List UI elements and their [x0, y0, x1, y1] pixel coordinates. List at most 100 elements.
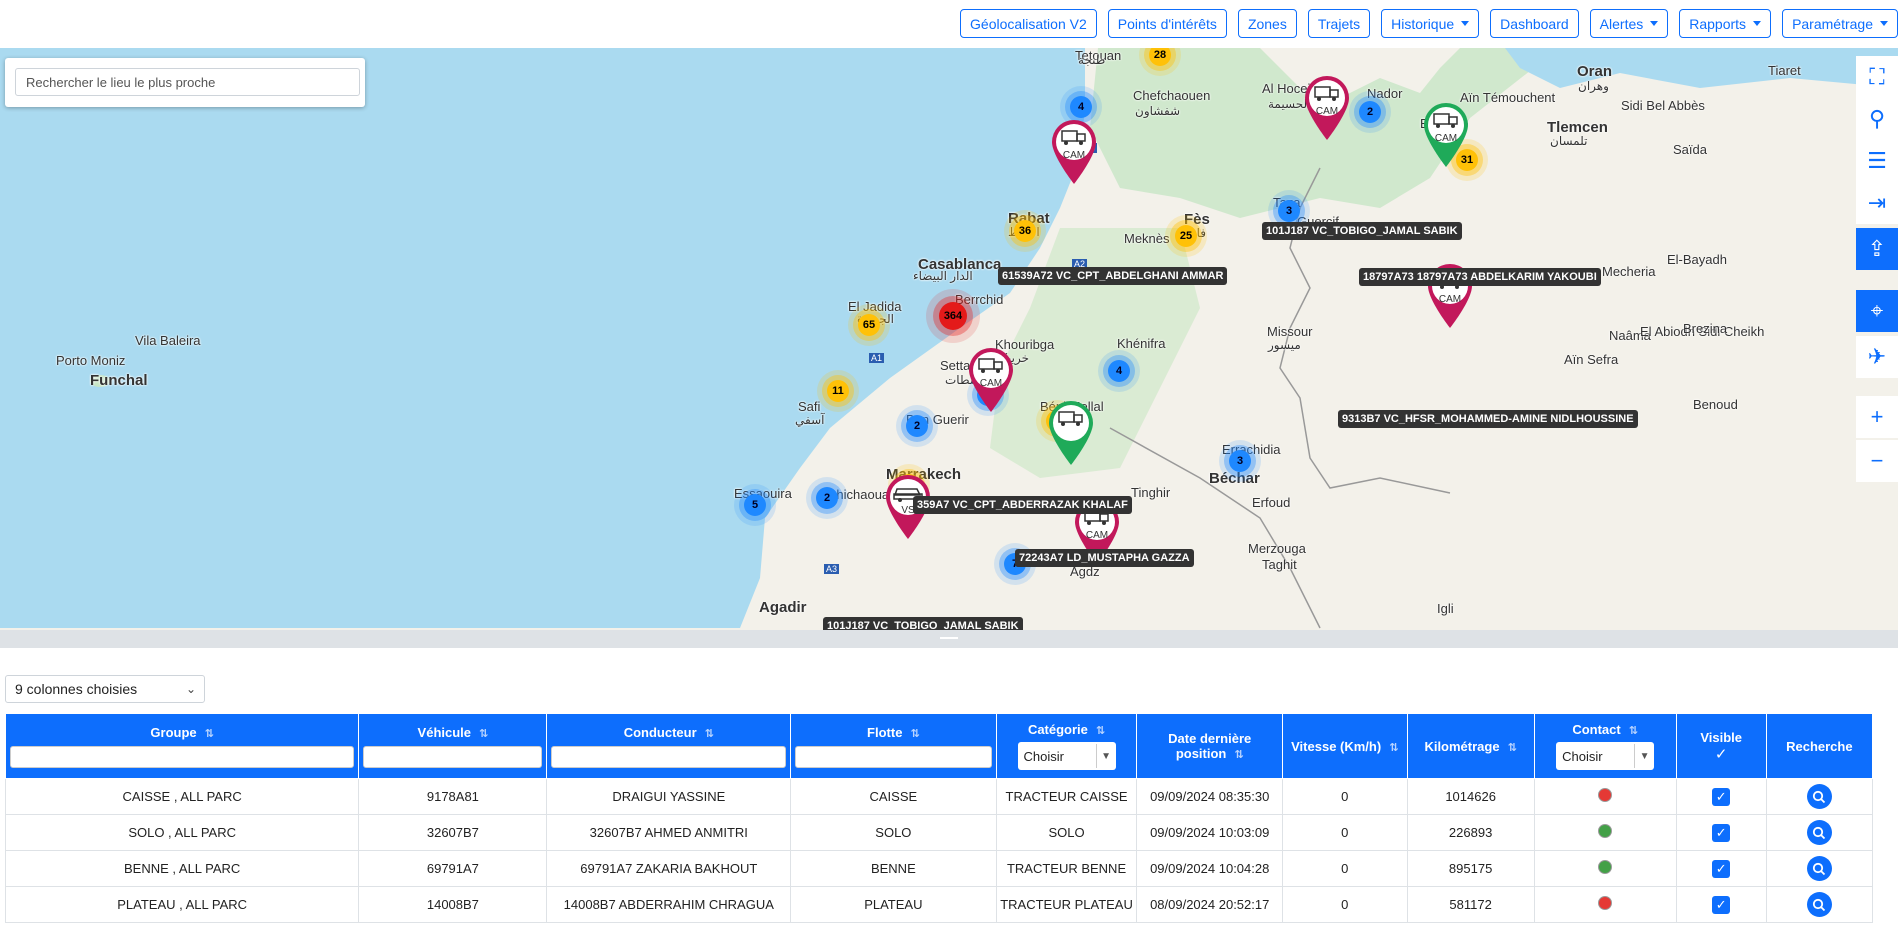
sort-icon[interactable]: ⇅ — [910, 728, 919, 740]
header-contact[interactable]: Contact ⇅ Choisir ▼ — [1533, 713, 1677, 779]
sort-icon[interactable]: ⇅ — [1389, 742, 1398, 754]
search-button[interactable] — [1806, 856, 1832, 881]
cluster-marker[interactable]: 364 — [939, 302, 967, 330]
place-label: طنجة — [1078, 53, 1106, 67]
sort-icon[interactable]: ⇅ — [205, 728, 214, 740]
search-icon — [1813, 898, 1826, 911]
map-view[interactable]: Tetouan طنجة Chefchaouen شفشاون Al Hoceima ال… — [0, 48, 1898, 630]
header-groupe[interactable]: Groupe ⇅ — [4, 713, 360, 779]
cluster-marker[interactable]: 3 — [1278, 200, 1300, 222]
cell-categorie: SOLO — [995, 814, 1138, 851]
zoom-in-icon[interactable]: + — [1856, 396, 1898, 438]
nearest-place-search-input[interactable] — [15, 68, 360, 96]
nav-historique[interactable]: Historique — [1381, 9, 1480, 38]
visible-checkbox[interactable]: ✓ — [1712, 859, 1731, 878]
categorie-select[interactable]: Choisir ▼ — [1017, 742, 1116, 770]
place-label: Igli — [1437, 601, 1454, 616]
cluster-marker[interactable]: 11 — [827, 380, 849, 402]
dropdown-arrow-icon: ▼ — [1634, 744, 1654, 768]
header-categorie[interactable]: Catégorie ⇅ Choisir ▼ — [995, 713, 1138, 779]
vehicle-label: 9313B7 VC_HFSR_MOHAMMED-AMINE NIDLHOUSSI… — [1338, 410, 1638, 428]
contact-select[interactable]: Choisir ▼ — [1556, 742, 1655, 770]
contact-status-dot — [1598, 896, 1613, 910]
cell-contact — [1533, 814, 1677, 851]
exit-door-icon[interactable]: ⇥ — [1856, 182, 1898, 224]
nav-rapports[interactable]: Rapports — [1679, 9, 1772, 38]
filter-vehicule[interactable] — [363, 745, 543, 768]
nav-zones[interactable]: Zones — [1237, 9, 1297, 38]
columns-select[interactable]: 9 colonnes choisies ⌄ — [5, 675, 205, 703]
truck-pin-icon[interactable]: CAM — [1302, 74, 1352, 142]
nav-geolocalisation[interactable]: Géolocalisation V2 — [960, 9, 1097, 38]
table-row[interactable]: PLATEAU , ALL PARC 14008B7 14008B7 ABDERRA… — [4, 886, 1874, 923]
sort-icon[interactable]: ⇅ — [479, 728, 488, 740]
place-label: Sidi Bel Abbès — [1621, 98, 1705, 113]
cell-vehicule: 14008B7 — [358, 886, 548, 923]
search-button[interactable] — [1806, 784, 1832, 809]
menu-lines-icon[interactable]: ☰ — [1856, 140, 1898, 182]
nav-trajets[interactable]: Trajets — [1307, 9, 1371, 38]
truck-pin-icon[interactable] — [1046, 399, 1096, 467]
check-all-icon[interactable]: ✓ — [1681, 745, 1762, 763]
contact-status-dot — [1598, 788, 1613, 802]
cluster-marker[interactable]: 2 — [906, 415, 928, 437]
sort-icon[interactable]: ⇅ — [1234, 749, 1243, 761]
header-date[interactable]: Date dernière position ⇅ — [1136, 713, 1283, 779]
fullscreen-icon[interactable]: ⛶ — [1856, 56, 1898, 98]
filter-groupe[interactable] — [10, 745, 355, 768]
nav-alertes[interactable]: Alertes — [1589, 9, 1669, 38]
table-row[interactable]: SOLO , ALL PARC 32607B7 32607B7 AHMED ANMI… — [4, 814, 1874, 851]
header-vitesse[interactable]: Vitesse (Km/h) ⇅ — [1281, 713, 1408, 779]
cluster-marker[interactable]: 36 — [1014, 220, 1036, 242]
cluster-marker[interactable]: 3 — [1229, 450, 1251, 472]
header-vehicule[interactable]: Véhicule ⇅ — [358, 713, 548, 779]
place-label: Agadir — [759, 599, 807, 616]
visible-checkbox[interactable]: ✓ — [1712, 895, 1731, 914]
truck-pin-icon[interactable]: CAM — [966, 346, 1016, 414]
truck-pin-icon[interactable]: CAM — [1049, 118, 1099, 186]
cluster-marker[interactable]: 4 — [1070, 96, 1092, 118]
table-row[interactable]: CAISSE , ALL PARC 9178A81 DRAIGUI YASSINE C… — [4, 778, 1874, 815]
satellite-icon[interactable]: ✈ — [1856, 336, 1898, 378]
place-label: Aïn Sefra — [1564, 352, 1619, 367]
search-button[interactable] — [1806, 892, 1832, 917]
sort-icon[interactable]: ⇅ — [1629, 725, 1638, 737]
truck-pin-icon[interactable]: CAM — [1421, 101, 1471, 169]
header-conducteur[interactable]: Conducteur ⇅ — [546, 713, 792, 779]
zoom-out-icon[interactable]: − — [1856, 440, 1898, 482]
nav-dashboard[interactable]: Dashboard — [1490, 9, 1579, 38]
cluster-marker[interactable]: 4 — [1108, 360, 1130, 382]
cell-visible: ✓ — [1675, 814, 1767, 851]
visible-checkbox[interactable]: ✓ — [1712, 787, 1731, 806]
place-label: Béchar — [1209, 470, 1260, 487]
table-row[interactable]: BENNE , ALL PARC 69791A7 69791A7 ZAKARIA B… — [4, 850, 1874, 887]
resize-splitter[interactable] — [0, 630, 1898, 648]
visible-checkbox[interactable]: ✓ — [1712, 823, 1731, 842]
sort-icon[interactable]: ⇅ — [1096, 725, 1105, 737]
header-kilometrage[interactable]: Kilométrage ⇅ — [1406, 713, 1535, 779]
cluster-marker[interactable]: 2 — [1359, 101, 1381, 123]
cluster-marker[interactable]: 2 — [816, 487, 838, 509]
cell-contact — [1533, 886, 1677, 923]
cluster-marker[interactable]: 25 — [1175, 225, 1197, 247]
locate-person-icon[interactable]: ⚲ — [1856, 98, 1898, 140]
header-visible[interactable]: Visible ✓ — [1675, 713, 1767, 779]
place-label: Khénifra — [1117, 336, 1166, 351]
nav-parametrage[interactable]: Paramétrage — [1782, 9, 1898, 38]
nav-points-interets[interactable]: Points d'intérêts — [1107, 9, 1227, 38]
sort-icon[interactable]: ⇅ — [1508, 742, 1517, 754]
filter-flotte[interactable] — [795, 745, 992, 768]
sort-icon[interactable]: ⇅ — [705, 728, 714, 740]
filter-conducteur[interactable] — [551, 745, 787, 768]
upload-layer-icon[interactable]: ⇪ — [1856, 228, 1898, 270]
cluster-marker[interactable]: 5 — [744, 494, 766, 516]
place-label: Benoud — [1693, 397, 1738, 412]
header-flotte[interactable]: Flotte ⇅ — [790, 713, 997, 779]
place-label: Funchal — [90, 372, 148, 389]
place-label: Erfoud — [1252, 495, 1291, 510]
place-label: Taghit — [1262, 557, 1297, 572]
search-button[interactable] — [1806, 820, 1832, 845]
place-label: Missour — [1267, 324, 1313, 339]
map-pin-active-icon[interactable]: ⌖ — [1856, 290, 1898, 332]
cluster-marker[interactable]: 65 — [858, 314, 880, 336]
